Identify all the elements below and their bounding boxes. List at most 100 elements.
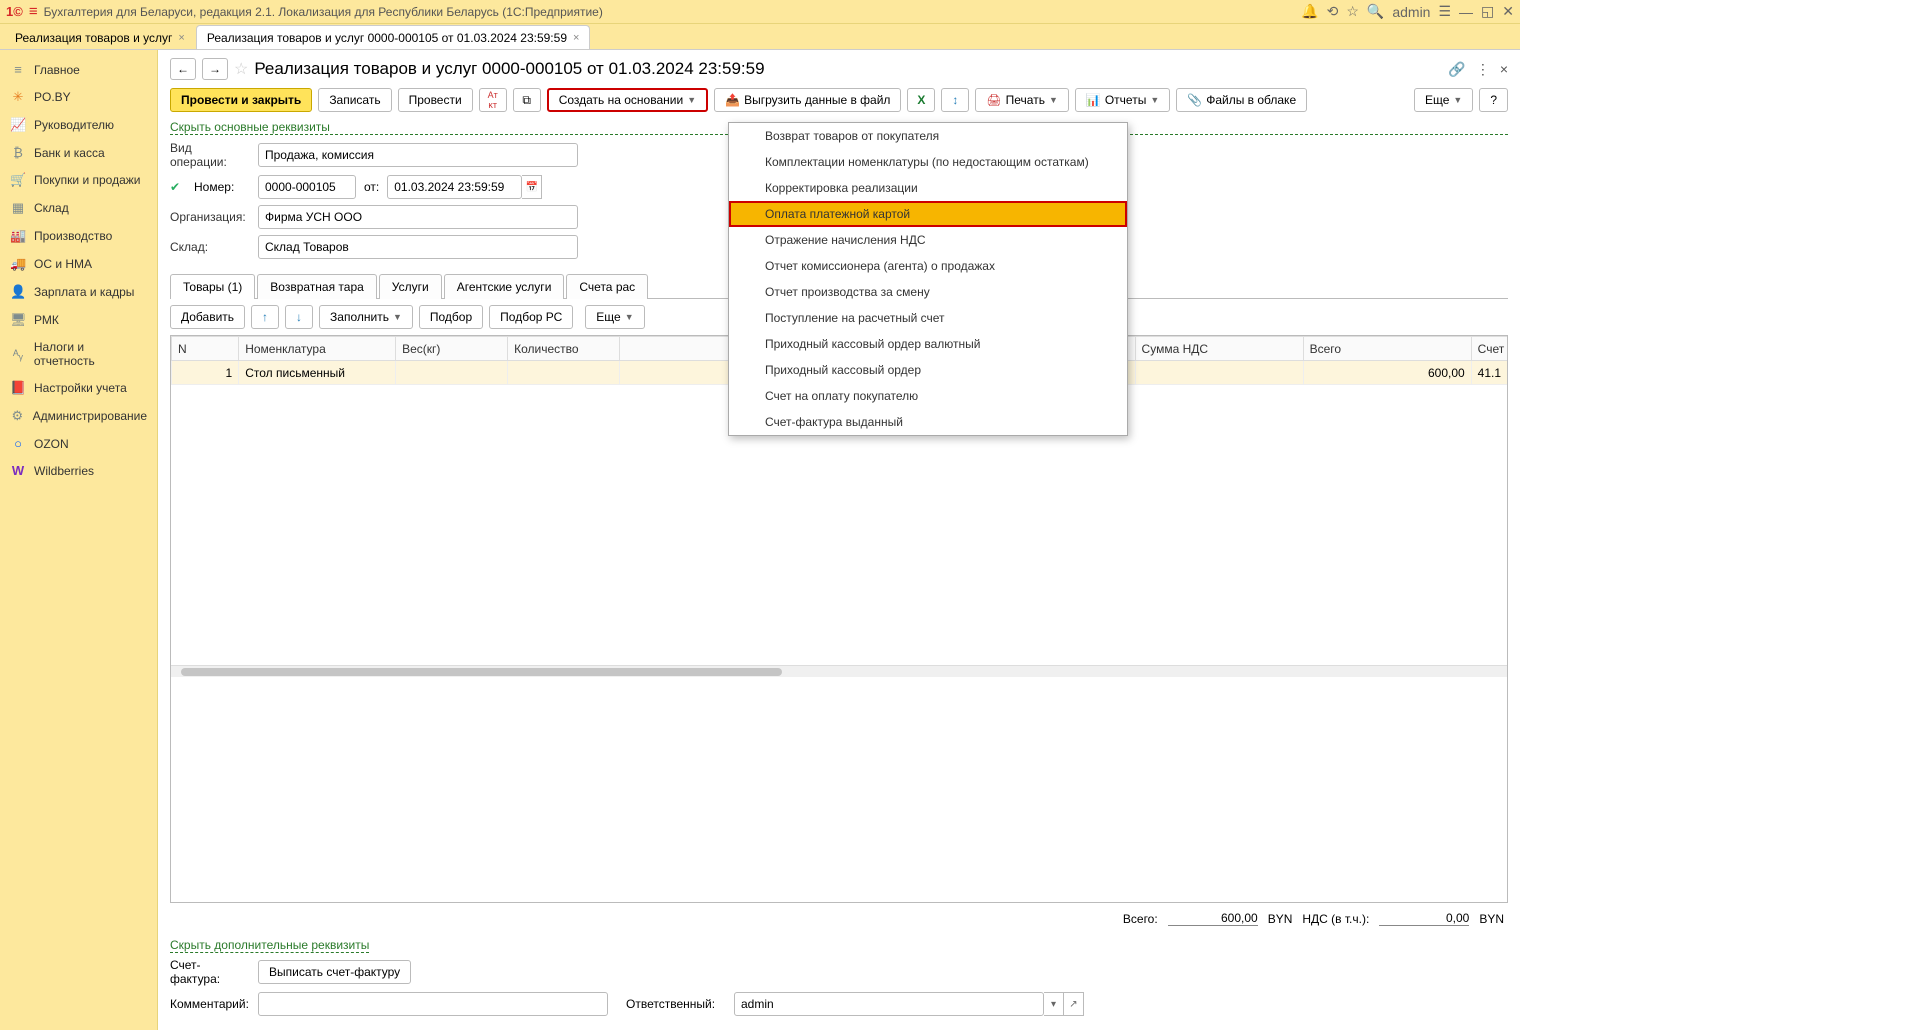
zapolnit-button[interactable]: Заполнить▼ bbox=[319, 305, 413, 329]
col-nomenklatura[interactable]: Номенклатура bbox=[239, 337, 396, 361]
menu-icon[interactable]: ☰ bbox=[1438, 3, 1451, 20]
col-n[interactable]: N bbox=[172, 337, 239, 361]
nav-forward-button[interactable]: → bbox=[202, 58, 228, 80]
sidebar-item-sales[interactable]: 🛒Покупки и продажи bbox=[0, 166, 157, 194]
sidebar-item-ozon[interactable]: ○OZON bbox=[0, 430, 157, 457]
sidebar-item-os[interactable]: 🚚ОС и НМА bbox=[0, 250, 157, 278]
sidebar-item-bank[interactable]: ₿Банк и касса bbox=[0, 139, 157, 166]
esche-table-button[interactable]: Еще▼ bbox=[585, 305, 644, 329]
restore-icon[interactable]: ◱ bbox=[1481, 3, 1494, 20]
sidebar-item-main[interactable]: ≡Главное bbox=[0, 56, 157, 83]
tab-vozvratnaya[interactable]: Возвратная тара bbox=[257, 274, 377, 299]
provesti-button[interactable]: Провести bbox=[398, 88, 473, 112]
cell-ves[interactable] bbox=[396, 361, 508, 385]
menu-schet-faktura[interactable]: Счет-фактура выданный bbox=[729, 409, 1127, 435]
tab-realization-doc[interactable]: Реализация товаров и услуг 0000-000105 о… bbox=[196, 25, 591, 49]
tab-uslugi[interactable]: Услуги bbox=[379, 274, 442, 299]
sklad-input[interactable] bbox=[258, 235, 578, 259]
zapisat-button[interactable]: Записать bbox=[318, 88, 391, 112]
link-icon[interactable]: 🔗 bbox=[1448, 61, 1465, 78]
podbor-po-button[interactable]: Подбор РС bbox=[489, 305, 573, 329]
open-suffix[interactable]: ↗ bbox=[1064, 992, 1084, 1016]
sidebar-item-tax[interactable]: ᴬᵧНалоги и отчетность bbox=[0, 334, 157, 374]
history-icon[interactable]: ⟲ bbox=[1327, 3, 1339, 20]
esche-button[interactable]: Еще▼ bbox=[1414, 88, 1473, 112]
menu-pko-valyutnyj[interactable]: Приходный кассовый ордер валютный bbox=[729, 331, 1127, 357]
otvetstvennyj-input[interactable] bbox=[734, 992, 1044, 1016]
structure-button[interactable]: ⧉ bbox=[513, 88, 541, 112]
menu-komplektacii[interactable]: Комплектации номенклатуры (по недостающи… bbox=[729, 149, 1127, 175]
close-page-icon[interactable]: × bbox=[1500, 61, 1508, 78]
cell-kolichestvo[interactable] bbox=[508, 361, 620, 385]
sidebar-item-pmk[interactable]: 🖥РМК bbox=[0, 306, 157, 334]
minimize-icon[interactable]: — bbox=[1459, 4, 1473, 20]
close-window-icon[interactable]: ✕ bbox=[1502, 3, 1514, 20]
search-icon[interactable]: 🔍 bbox=[1367, 3, 1384, 20]
cell-n[interactable]: 1 bbox=[172, 361, 239, 385]
menu-otchet-proizvodstva[interactable]: Отчет производства за смену bbox=[729, 279, 1127, 305]
scrollbar-thumb[interactable] bbox=[181, 668, 782, 676]
star-icon[interactable]: ☆ bbox=[1346, 3, 1359, 20]
provesti-zakryt-button[interactable]: Провести и закрыть bbox=[170, 88, 312, 112]
menu-pko[interactable]: Приходный кассовый ордер bbox=[729, 357, 1127, 383]
date-input[interactable] bbox=[387, 175, 522, 199]
files-cloud-button[interactable]: 📎Файлы в облаке bbox=[1176, 88, 1307, 112]
sidebar-item-salary[interactable]: 👤Зарплата и кадры bbox=[0, 278, 157, 306]
nomer-input[interactable] bbox=[258, 175, 356, 199]
col-schet-ucheta[interactable]: Счет учета bbox=[1471, 337, 1508, 361]
tab-scheta-rasch[interactable]: Счета рас bbox=[566, 274, 648, 299]
menu-otchet-komissionera[interactable]: Отчет комиссионера (агента) о продажах bbox=[729, 253, 1127, 279]
col-kolichestvo[interactable]: Количество bbox=[508, 337, 620, 361]
menu-otrazhenie-nds[interactable]: Отражение начисления НДС bbox=[729, 227, 1127, 253]
hide-dop-link[interactable]: Скрыть дополнительные реквизиты bbox=[170, 938, 369, 953]
calendar-icon[interactable]: 📅 bbox=[522, 175, 542, 199]
close-icon[interactable]: × bbox=[573, 32, 579, 44]
menu-vozvrat[interactable]: Возврат товаров от покупателя bbox=[729, 123, 1127, 149]
move-down-button[interactable]: ↓ bbox=[285, 305, 313, 329]
nav-back-button[interactable]: ← bbox=[170, 58, 196, 80]
org-input[interactable] bbox=[258, 205, 578, 229]
cell-nomenklatura[interactable]: Стол письменный bbox=[239, 361, 396, 385]
menu-postuplenie[interactable]: Поступление на расчетный счет bbox=[729, 305, 1127, 331]
move-up-button[interactable]: ↑ bbox=[251, 305, 279, 329]
bell-icon[interactable]: 🔔 bbox=[1301, 3, 1318, 20]
favorite-icon[interactable]: ☆ bbox=[234, 59, 248, 79]
tab-tovary[interactable]: Товары (1) bbox=[170, 274, 255, 299]
col-summa-nds[interactable]: Сумма НДС bbox=[1135, 337, 1303, 361]
cell-summa-nds[interactable] bbox=[1135, 361, 1303, 385]
exchange-button[interactable]: ↕ bbox=[941, 88, 969, 112]
excel-button[interactable]: X bbox=[907, 88, 935, 112]
sidebar-item-manager[interactable]: 📈Руководителю bbox=[0, 111, 157, 139]
menu-korrektirovka[interactable]: Корректировка реализации bbox=[729, 175, 1127, 201]
tab-agent[interactable]: Агентские услуги bbox=[444, 274, 565, 299]
vygruzit-button[interactable]: 📤Выгрузить данные в файл bbox=[714, 88, 901, 112]
cell-schet-ucheta[interactable]: 41.1 bbox=[1471, 361, 1508, 385]
sozdat-na-osnovanii-button[interactable]: Создать на основании▼ bbox=[547, 88, 708, 112]
more-icon[interactable]: ⋮ bbox=[1476, 61, 1490, 78]
horizontal-scrollbar[interactable] bbox=[171, 665, 1507, 677]
col-ves[interactable]: Вес(кг) bbox=[396, 337, 508, 361]
dropdown-suffix[interactable]: ▾ bbox=[1044, 992, 1064, 1016]
vypisat-button[interactable]: Выписать счет-фактуру bbox=[258, 960, 411, 984]
podbor-button[interactable]: Подбор bbox=[419, 305, 483, 329]
vid-operacii-input[interactable] bbox=[258, 143, 578, 167]
help-button[interactable]: ? bbox=[1479, 88, 1508, 112]
col-vsego[interactable]: Всего bbox=[1303, 337, 1471, 361]
cell-vsego[interactable]: 600,00 bbox=[1303, 361, 1471, 385]
dobavit-button[interactable]: Добавить bbox=[170, 305, 245, 329]
sidebar-item-poby[interactable]: ✳PO.BY bbox=[0, 83, 157, 111]
sidebar-item-wb[interactable]: WWildberries bbox=[0, 457, 157, 484]
sidebar-item-settings[interactable]: 📕Настройки учета bbox=[0, 374, 157, 402]
tab-realization-list[interactable]: Реализация товаров и услуг × bbox=[4, 25, 196, 49]
otchety-button[interactable]: 📊Отчеты▼ bbox=[1075, 88, 1170, 112]
menu-oplata-kartoj[interactable]: Оплата платежной картой bbox=[729, 201, 1127, 227]
sidebar-item-warehouse[interactable]: ▦Склад bbox=[0, 194, 157, 222]
menu-schet-na-oplatu[interactable]: Счет на оплату покупателю bbox=[729, 383, 1127, 409]
kommentarii-input[interactable] bbox=[258, 992, 608, 1016]
user-label[interactable]: admin bbox=[1392, 4, 1430, 20]
pechat-button[interactable]: 🖨Печать▼ bbox=[975, 88, 1068, 112]
hamburger-icon[interactable]: ≡ bbox=[29, 3, 38, 20]
close-icon[interactable]: × bbox=[178, 32, 184, 44]
dtkt-button[interactable]: Aᴛᴋᴛ bbox=[479, 88, 507, 112]
sidebar-item-production[interactable]: 🏭Производство bbox=[0, 222, 157, 250]
